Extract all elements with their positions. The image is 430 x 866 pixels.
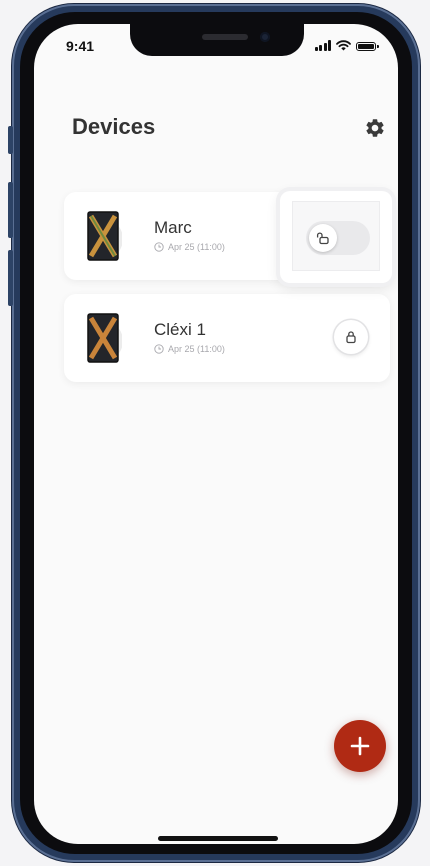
plus-icon [350,736,370,756]
volume-down-button [8,250,13,306]
front-camera [260,32,270,42]
lock-icon [346,331,356,344]
toggle-highlight-popover [280,191,392,283]
device-last-seen: Apr 25 (11:00) [154,242,225,252]
mute-switch [8,126,13,154]
notch [130,24,304,56]
speaker-grille [202,34,248,40]
last-seen-text: Apr 25 (11:00) [168,242,225,252]
home-indicator[interactable] [158,836,278,841]
clock-icon [154,242,164,252]
toggle-knob[interactable] [309,224,337,252]
page-title: Devices [72,114,156,139]
wifi-icon [336,40,351,51]
settings-gear-icon[interactable] [364,117,386,139]
volume-up-button [8,182,13,238]
lock-toggle[interactable] [306,221,370,255]
device-card-clexi-1[interactable]: Cléxi 1 Apr 25 (11:00) [64,294,390,382]
device-thumbnail [87,313,122,363]
phone-screen: 9:41 Devices Marc Apr 25 (11:00) Cléxi 1… [34,24,398,844]
device-thumbnail [87,211,122,261]
device-name: Cléxi 1 [154,320,206,339]
status-time: 9:41 [66,38,95,54]
lock-button[interactable] [334,320,368,354]
battery-icon [356,42,379,51]
clock-icon [154,344,164,354]
device-name: Marc [154,218,192,237]
unlock-icon [316,232,329,245]
signal-icon [314,40,331,51]
last-seen-text: Apr 25 (11:00) [168,344,225,354]
add-device-button[interactable] [334,720,386,772]
status-icons [314,40,379,51]
device-last-seen: Apr 25 (11:00) [154,344,225,354]
